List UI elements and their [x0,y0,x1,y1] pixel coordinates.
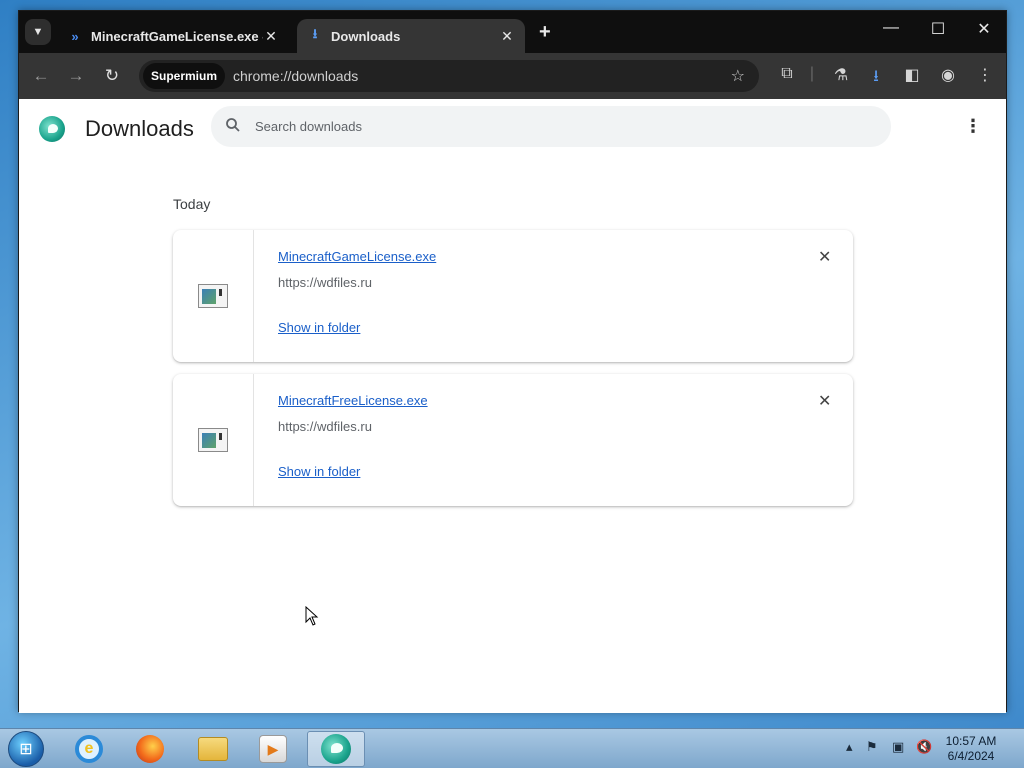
labs-flask-icon[interactable]: ⚗ [830,65,852,85]
tab-strip: ▼ » MinecraftGameLicense.exe - 3c ✕ ⭳ Do… [19,11,1006,53]
exe-file-icon [198,428,228,452]
forward-button[interactable]: → [65,66,87,86]
download-source-url: https://wdfiles.ru [278,419,372,434]
back-button[interactable]: ← [30,66,52,86]
search-input[interactable] [255,119,855,134]
search-icon [225,117,245,137]
download-file-name-link[interactable]: MinecraftGameLicense.exe [278,249,436,264]
reload-button[interactable]: ↻ [101,66,123,86]
bookmark-star-icon[interactable]: ☆ [731,66,745,86]
file-icon-column [173,374,254,506]
mouse-cursor-icon [305,606,319,626]
extensions-icon[interactable]: ⧉ [776,65,798,83]
close-tab-icon[interactable]: ✕ [499,28,515,45]
download-item: MinecraftFreeLicense.exe https://wdfiles… [173,374,853,506]
browser-menu-icon[interactable]: ⋮ [974,65,996,85]
supermium-icon [321,734,351,764]
clock-date: 6/4/2024 [947,749,995,763]
browser-window: ▼ » MinecraftGameLicense.exe - 3c ✕ ⭳ Do… [18,10,1007,713]
downloads-page: Downloads ⋮ Today MinecraftGameLicense.e… [19,99,1006,713]
system-clock[interactable]: 10:57 AM 6/4/2024 [940,734,1002,764]
tab-minecraft-game-license[interactable]: » MinecraftGameLicense.exe - 3c ✕ [57,19,289,53]
profile-avatar-icon[interactable]: ◉ [937,65,959,85]
windows-logo-icon: ⊞ [19,741,33,758]
supermium-logo-icon [39,116,65,142]
action-center-flag-icon[interactable]: ⚑ [866,739,878,755]
show-hidden-icons-chevron-icon[interactable]: ▴ [846,739,853,755]
close-tab-icon[interactable]: ✕ [263,28,279,45]
tab-title: Downloads [331,28,401,44]
firefox-icon [136,735,164,763]
page-title: Downloads [85,116,194,141]
close-window-button[interactable]: ✕ [969,19,999,39]
maximize-button[interactable]: ☐ [923,19,953,39]
new-tab-button[interactable]: + [539,21,551,44]
network-icon[interactable]: ▣ [892,739,904,755]
download-icon: ⭳ [312,26,318,41]
taskbar-supermium[interactable] [307,731,365,767]
file-icon-column [173,230,254,362]
tab-search-button[interactable]: ▼ [25,19,51,45]
start-button[interactable]: ⊞ [8,731,44,767]
remove-download-icon[interactable]: ✕ [818,391,831,411]
double-chevron-icon: » [71,28,79,44]
internet-explorer-icon: e [75,735,103,763]
clock-time: 10:57 AM [945,734,997,748]
taskbar-internet-explorer[interactable]: e [60,731,118,767]
address-bar[interactable]: Supermium chrome://downloads ☆ [139,60,759,92]
taskbar-file-explorer[interactable] [184,731,242,767]
media-player-icon: ▶ [259,735,287,763]
date-section-label: Today [173,196,211,212]
side-panel-icon[interactable]: ◧ [901,65,923,85]
remove-download-icon[interactable]: ✕ [818,247,831,267]
folder-icon [198,737,228,761]
taskbar-media-player[interactable]: ▶ [244,731,302,767]
site-chip[interactable]: Supermium [143,63,226,89]
download-source-url: https://wdfiles.ru [278,275,372,290]
volume-muted-icon[interactable]: 🔇 [916,739,932,755]
search-downloads-box[interactable] [211,106,891,147]
tab-downloads[interactable]: ⭳ Downloads ✕ [297,19,525,53]
tab-title: MinecraftGameLicense.exe - 3c [91,28,263,44]
taskbar: ⊞ e ▶ ▴ ⚑ ▣ 🔇 10:57 AM 6/4/2024 [0,728,1024,768]
exe-file-icon [198,284,228,308]
more-actions-icon[interactable]: ⋮ [964,116,982,137]
url-text[interactable]: chrome://downloads [233,68,731,84]
browser-toolbar: ← → ↻ Supermium chrome://downloads ☆ ⧉ |… [19,53,1006,99]
download-file-name-link[interactable]: MinecraftFreeLicense.exe [278,393,428,408]
toolbar-divider: | [809,65,815,82]
download-item: MinecraftGameLicense.exe https://wdfiles… [173,230,853,362]
downloads-toolbar-icon[interactable]: ⭳ [865,65,887,92]
taskbar-firefox[interactable] [121,731,179,767]
chevron-down-icon: ▼ [32,26,44,38]
show-in-folder-link[interactable]: Show in folder [278,464,360,479]
show-in-folder-link[interactable]: Show in folder [278,320,360,335]
minimize-button[interactable]: — [876,19,906,37]
